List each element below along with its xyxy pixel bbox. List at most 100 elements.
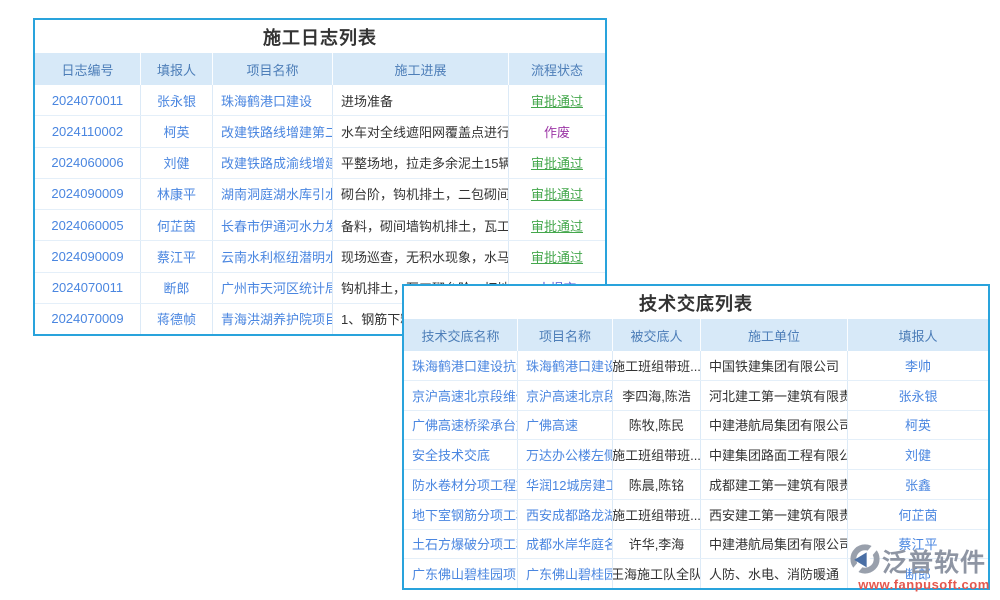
- disclosure-name-link[interactable]: 地下室钢筋分项工程...: [404, 500, 518, 529]
- project-link[interactable]: 广州市天河区统计局机房...: [213, 273, 333, 303]
- column-header-log-id: 日志编号: [35, 53, 141, 85]
- progress-text: 现场巡查，无积水现象，水马...: [333, 241, 509, 271]
- reporter-link[interactable]: 何芷茵: [141, 210, 213, 240]
- column-header-progress: 施工进展: [333, 53, 509, 85]
- construction-log-window-title: 施工日志列表: [35, 20, 605, 53]
- column-header-reporter: 填报人: [848, 319, 988, 351]
- progress-text: 进场准备: [333, 85, 509, 115]
- project-link[interactable]: 西安成都路龙湖上...: [518, 500, 613, 529]
- log-id-link[interactable]: 2024070011: [35, 273, 141, 303]
- status-badge[interactable]: 审批通过: [509, 179, 605, 209]
- disclosure-name-link[interactable]: 广东佛山碧桂园项目...: [404, 559, 518, 588]
- construction-unit-text: 中国铁建集团有限公司: [701, 351, 848, 380]
- fanpu-url-text: www.fanpusoft.com: [850, 577, 998, 592]
- table-row: 2024060005 何芷茵 长春市伊通河水力发电厂... 备料，砌间墙钩机排土…: [35, 209, 605, 240]
- construction-unit-text: 中建港航局集团有限公司: [701, 530, 848, 559]
- reporter-link[interactable]: 蒋德帧: [141, 304, 213, 334]
- reporter-link[interactable]: 张永银: [141, 85, 213, 115]
- project-link[interactable]: 京沪高速北京段维修: [518, 381, 613, 410]
- project-link[interactable]: 湖南洞庭湖水库引水工程...: [213, 179, 333, 209]
- fanpu-logo-icon: [850, 544, 880, 579]
- fanpu-brand-text: 泛普软件: [882, 543, 986, 579]
- status-badge[interactable]: 作废: [509, 116, 605, 146]
- log-id-link[interactable]: 2024110002: [35, 116, 141, 146]
- project-link[interactable]: 改建铁路线增建第二线直...: [213, 116, 333, 146]
- project-link[interactable]: 云南水利枢纽潜明水库一...: [213, 241, 333, 271]
- column-header-disclosure-name: 技术交底名称: [404, 319, 518, 351]
- column-header-project: 项目名称: [213, 53, 333, 85]
- progress-text: 备料，砌间墙钩机排土，瓦工...: [333, 210, 509, 240]
- disclosed-person-text: 陈晨,陈铭: [613, 470, 701, 499]
- status-badge[interactable]: 审批通过: [509, 148, 605, 178]
- project-link[interactable]: 珠海鹤港口建设: [518, 351, 613, 380]
- disclosed-person-text: 许华,李海: [613, 530, 701, 559]
- reporter-link[interactable]: 柯英: [141, 116, 213, 146]
- log-id-link[interactable]: 2024060006: [35, 148, 141, 178]
- project-link[interactable]: 青海洪湖养护院项目: [213, 304, 333, 334]
- status-badge[interactable]: 审批通过: [509, 241, 605, 271]
- reporter-link[interactable]: 李帅: [848, 351, 988, 380]
- reporter-link[interactable]: 蔡江平: [141, 241, 213, 271]
- column-header-status: 流程状态: [509, 53, 605, 85]
- reporter-link[interactable]: 何芷茵: [848, 500, 988, 529]
- technical-disclosure-window-title: 技术交底列表: [404, 286, 988, 319]
- technical-disclosure-table-header: 技术交底名称 项目名称 被交底人 施工单位 填报人: [404, 319, 988, 351]
- disclosed-person-text: 施工班组带班...: [613, 440, 701, 469]
- reporter-link[interactable]: 刘健: [848, 440, 988, 469]
- reporter-link[interactable]: 柯英: [848, 411, 988, 440]
- progress-text: 平整场地，拉走多余泥土15辆...: [333, 148, 509, 178]
- column-header-project: 项目名称: [518, 319, 613, 351]
- construction-unit-text: 人防、水电、消防暖通: [701, 559, 848, 588]
- project-link[interactable]: 长春市伊通河水力发电厂...: [213, 210, 333, 240]
- reporter-link[interactable]: 张永银: [848, 381, 988, 410]
- table-row: 2024090009 蔡江平 云南水利枢纽潜明水库一... 现场巡查，无积水现象…: [35, 240, 605, 271]
- table-row: 安全技术交底 万达办公楼左侧A... 施工班组带班... 中建集团路面工程有限公…: [404, 439, 988, 469]
- progress-text: 水车对全线遮阳网覆盖点进行...: [333, 116, 509, 146]
- table-row: 地下室钢筋分项工程... 西安成都路龙湖上... 施工班组带班... 西安建工第…: [404, 499, 988, 529]
- table-row: 珠海鹤港口建设抗浮... 珠海鹤港口建设 施工班组带班... 中国铁建集团有限公…: [404, 351, 988, 380]
- construction-unit-text: 西安建工第一建筑有限责任公司: [701, 500, 848, 529]
- log-id-link[interactable]: 2024090009: [35, 179, 141, 209]
- reporter-link[interactable]: 刘健: [141, 148, 213, 178]
- construction-unit-text: 中建集团路面工程有限公司: [701, 440, 848, 469]
- disclosed-person-text: 施工班组带班...: [613, 500, 701, 529]
- project-link[interactable]: 成都水岸华庭名苑...: [518, 530, 613, 559]
- disclosed-person-text: 施工班组带班...: [613, 351, 701, 380]
- log-id-link[interactable]: 2024070009: [35, 304, 141, 334]
- table-row: 2024110002 柯英 改建铁路线增建第二线直... 水车对全线遮阳网覆盖点…: [35, 115, 605, 146]
- construction-unit-text: 成都建工第一建筑有限责任公司: [701, 470, 848, 499]
- fanpu-watermark: 泛普软件 www.fanpusoft.com: [850, 543, 998, 592]
- table-row: 防水卷材分项工程施... 华润12城房建工... 陈晨,陈铭 成都建工第一建筑有…: [404, 469, 988, 499]
- table-row: 2024070011 张永银 珠海鹤港口建设 进场准备 审批通过: [35, 85, 605, 115]
- reporter-link[interactable]: 断郎: [141, 273, 213, 303]
- reporter-link[interactable]: 林康平: [141, 179, 213, 209]
- reporter-link[interactable]: 张鑫: [848, 470, 988, 499]
- disclosed-person-text: 王海施工队全队: [613, 559, 701, 588]
- column-header-reporter: 填报人: [141, 53, 213, 85]
- table-row: 2024060006 刘健 改建铁路成渝线增建第二... 平整场地，拉走多余泥土…: [35, 147, 605, 178]
- column-header-construction-unit: 施工单位: [701, 319, 848, 351]
- disclosure-name-link[interactable]: 安全技术交底: [404, 440, 518, 469]
- construction-unit-text: 河北建工第一建筑有限责任公司: [701, 381, 848, 410]
- disclosure-name-link[interactable]: 土石方爆破分项工程...: [404, 530, 518, 559]
- table-row: 京沪高速北京段维修... 京沪高速北京段维修 李四海,陈浩 河北建工第一建筑有限…: [404, 380, 988, 410]
- disclosure-name-link[interactable]: 珠海鹤港口建设抗浮...: [404, 351, 518, 380]
- disclosure-name-link[interactable]: 京沪高速北京段维修...: [404, 381, 518, 410]
- log-id-link[interactable]: 2024060005: [35, 210, 141, 240]
- status-badge[interactable]: 审批通过: [509, 85, 605, 115]
- project-link[interactable]: 万达办公楼左侧A...: [518, 440, 613, 469]
- log-id-link[interactable]: 2024090009: [35, 241, 141, 271]
- table-row: 2024090009 林康平 湖南洞庭湖水库引水工程... 砌台阶，钩机排土，二…: [35, 178, 605, 209]
- disclosed-person-text: 李四海,陈浩: [613, 381, 701, 410]
- project-link[interactable]: 华润12城房建工...: [518, 470, 613, 499]
- project-link[interactable]: 珠海鹤港口建设: [213, 85, 333, 115]
- project-link[interactable]: 广佛高速: [518, 411, 613, 440]
- disclosure-name-link[interactable]: 防水卷材分项工程施...: [404, 470, 518, 499]
- status-badge[interactable]: 审批通过: [509, 210, 605, 240]
- log-id-link[interactable]: 2024070011: [35, 85, 141, 115]
- disclosed-person-text: 陈牧,陈民: [613, 411, 701, 440]
- disclosure-name-link[interactable]: 广佛高速桥梁承台施...: [404, 411, 518, 440]
- column-header-disclosed-person: 被交底人: [613, 319, 701, 351]
- project-link[interactable]: 改建铁路成渝线增建第二...: [213, 148, 333, 178]
- project-link[interactable]: 广东佛山碧桂园项目: [518, 559, 613, 588]
